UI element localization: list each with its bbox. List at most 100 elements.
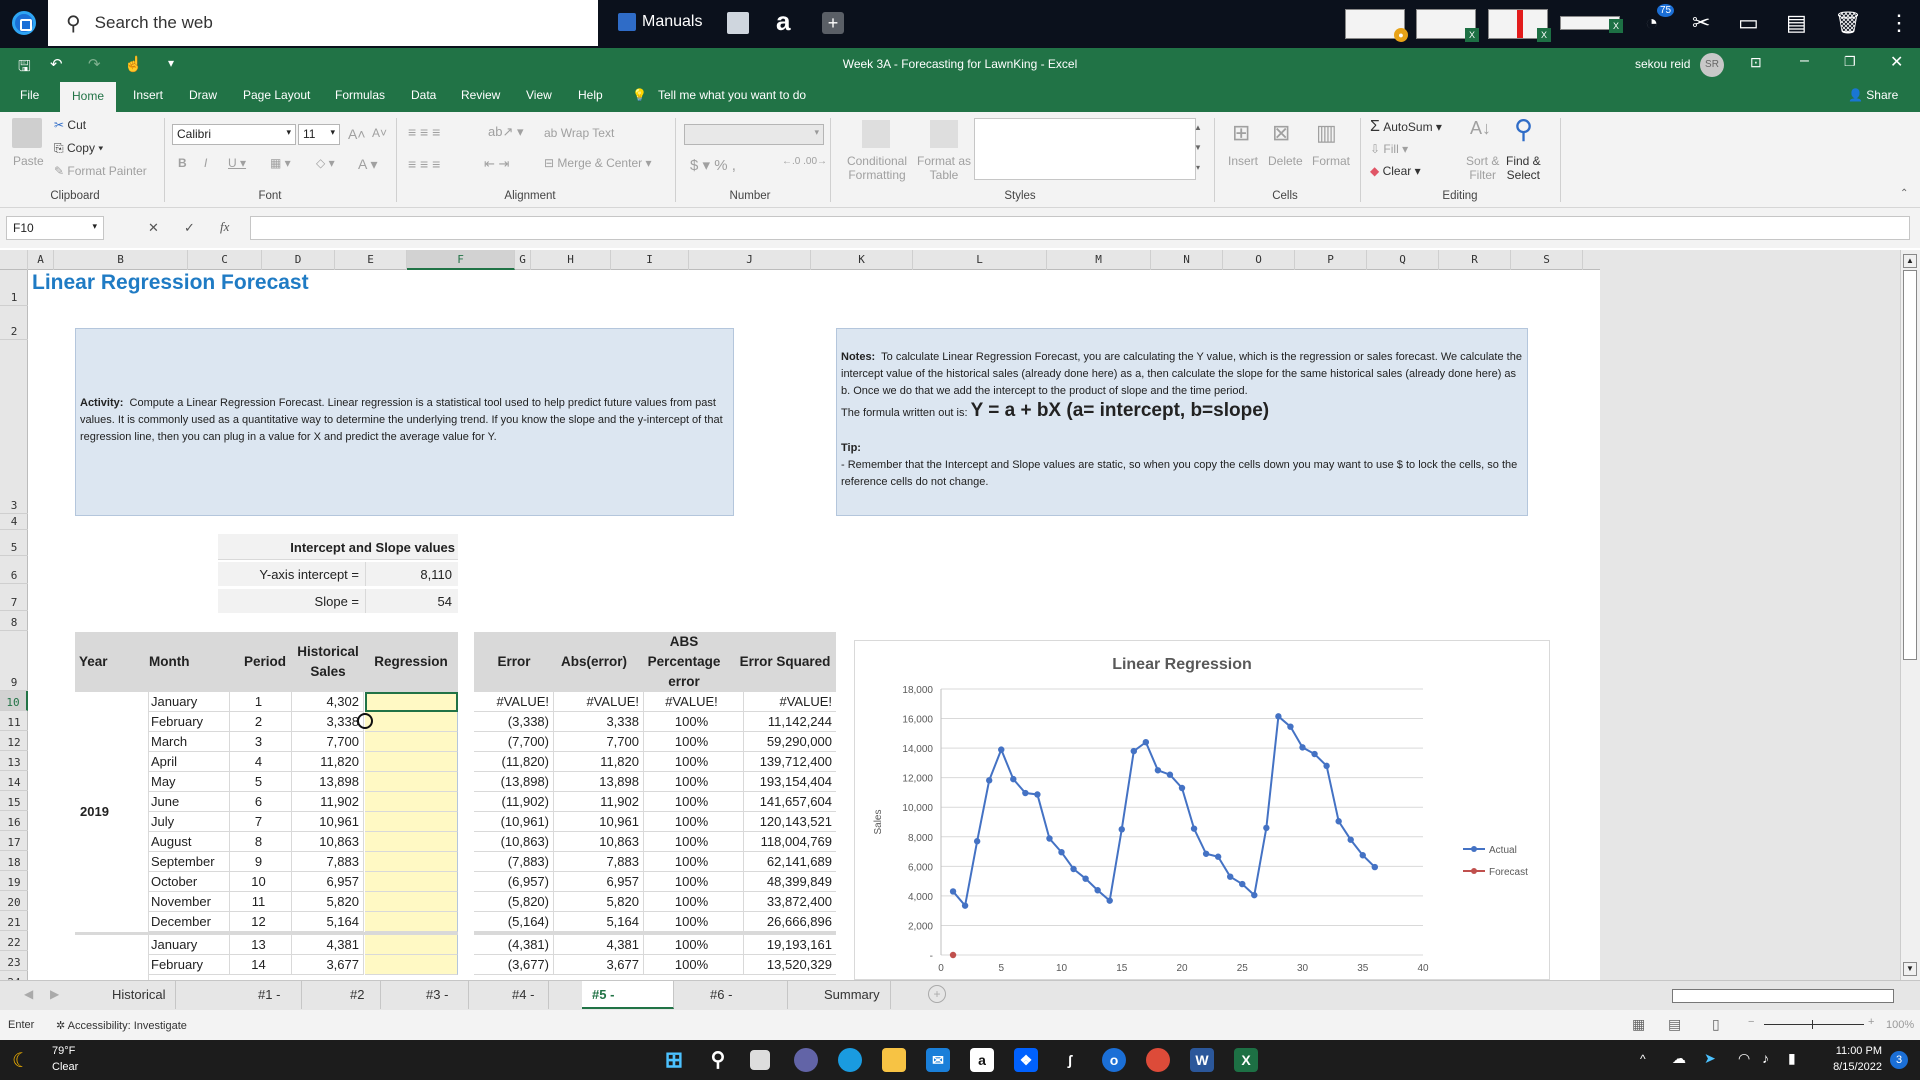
font-family-select[interactable]: Calibri ▾ <box>172 124 296 145</box>
cell-historical-sales[interactable]: 11,902 <box>292 792 364 812</box>
sheet-tab-historical-sales-data[interactable]: Historical Sales Data <box>102 981 177 1058</box>
cell-error-squared[interactable]: 48,399,849 <box>744 872 836 892</box>
cell-error-squared[interactable]: 118,004,769 <box>744 832 836 852</box>
cell-abs-pct-error[interactable]: 100% <box>644 792 744 812</box>
edge-icon[interactable] <box>838 1048 862 1072</box>
column-header-h[interactable]: H <box>531 250 611 270</box>
row-header-21[interactable]: 21 <box>0 911 28 931</box>
scroll-up-icon[interactable]: ▲ <box>1903 254 1917 268</box>
tab-scroll-left-icon[interactable]: ◀ <box>24 987 33 1001</box>
cell-month[interactable]: March <box>149 732 230 752</box>
shrink-font-icon[interactable]: A˅ <box>372 126 387 140</box>
cell-error[interactable]: (3,338) <box>474 712 554 732</box>
format-painter-button[interactable]: ✎ Format Painter <box>54 164 147 178</box>
row-header-2[interactable]: 2 <box>0 306 28 340</box>
confirm-entry-icon[interactable]: ✓ <box>184 220 195 236</box>
font-color-icon[interactable]: A ▾ <box>358 156 377 173</box>
cell-regression[interactable] <box>365 732 458 752</box>
cell-historical-sales[interactable]: 6,957 <box>292 872 364 892</box>
row-header-14[interactable]: 14 <box>0 771 28 791</box>
cell-abs-error[interactable]: 7,700 <box>554 732 644 752</box>
cell-abs-pct-error[interactable]: 100% <box>644 712 744 732</box>
clipboard-icon[interactable]: ▤ <box>1786 10 1807 36</box>
cell-error-squared[interactable]: 120,143,521 <box>744 812 836 832</box>
cell-abs-pct-error[interactable]: 100% <box>644 935 744 955</box>
sheet-tab-summary[interactable]: Summary <box>814 981 891 1009</box>
tab-file[interactable]: File <box>20 88 39 102</box>
column-header-e[interactable]: E <box>335 250 407 270</box>
insert-cells-button[interactable]: Insert <box>1228 154 1258 168</box>
tab-insert[interactable]: Insert <box>133 88 163 102</box>
font-size-select[interactable]: 11 ▾ <box>298 124 340 145</box>
fill-button[interactable]: ⇩ Fill ▾ <box>1370 142 1408 156</box>
name-box[interactable]: F10 ▾ <box>6 216 104 240</box>
cell-period[interactable]: 8 <box>230 832 292 852</box>
cell-abs-pct-error[interactable]: 100% <box>644 752 744 772</box>
orientation-icon[interactable]: ab↗ ▾ <box>488 124 524 140</box>
cell-month[interactable]: April <box>149 752 230 772</box>
cell-error-squared[interactable]: 33,872,400 <box>744 892 836 912</box>
battery-icon[interactable]: ▮ <box>1788 1050 1796 1067</box>
cell-month[interactable]: September <box>149 852 230 872</box>
close-button[interactable]: ✕ <box>1890 52 1903 72</box>
cell-historical-sales[interactable]: 3,338 <box>292 712 364 732</box>
row-header-16[interactable]: 16 <box>0 811 28 831</box>
cell-abs-pct-error[interactable]: 100% <box>644 852 744 872</box>
cell-month[interactable]: August <box>149 832 230 852</box>
find-select-button[interactable]: Find & Select <box>1506 154 1541 182</box>
cell-month[interactable]: January <box>149 692 230 712</box>
cell-error-squared[interactable]: 19,193,161 <box>744 935 836 955</box>
cell-month[interactable]: July <box>149 812 230 832</box>
normal-view-icon[interactable]: ▦ <box>1632 1016 1645 1033</box>
cell-abs-error[interactable]: 7,883 <box>554 852 644 872</box>
cell-error[interactable]: (4,381) <box>474 935 554 955</box>
cell-abs-pct-error[interactable]: 100% <box>644 955 744 975</box>
cell-historical-sales[interactable]: 5,164 <box>292 912 364 932</box>
row-header-6[interactable]: 6 <box>0 556 28 584</box>
cell-historical-sales[interactable]: 13,898 <box>292 772 364 792</box>
row-header-23[interactable]: 23 <box>0 951 28 971</box>
cell-period[interactable]: 14 <box>230 955 292 975</box>
cell-regression[interactable] <box>365 772 458 792</box>
share-button[interactable]: 👤 Share <box>1848 88 1898 102</box>
cell-abs-error[interactable]: 6,957 <box>554 872 644 892</box>
column-header-k[interactable]: K <box>811 250 913 270</box>
window-thumbnail-chrome[interactable]: ● <box>1345 9 1408 42</box>
sheet-tab-5-regression[interactable]: #5 - Regression <box>582 981 674 1030</box>
cell-period[interactable]: 1 <box>230 692 292 712</box>
excel-icon[interactable]: X <box>1234 1048 1258 1072</box>
file-explorer-icon[interactable] <box>882 1048 906 1072</box>
app-o-icon[interactable]: o <box>1102 1048 1126 1072</box>
cell-abs-error[interactable]: 13,898 <box>554 772 644 792</box>
cell-abs-error[interactable]: 5,164 <box>554 912 644 932</box>
show-hidden-icons[interactable]: ^ <box>1640 1052 1646 1066</box>
cell-abs-error[interactable]: 11,820 <box>554 752 644 772</box>
column-header-g[interactable]: G <box>515 250 531 270</box>
tab-home[interactable]: Home <box>60 82 117 112</box>
column-header-s[interactable]: S <box>1511 250 1583 270</box>
cell-abs-error[interactable]: 11,902 <box>554 792 644 812</box>
sheet-tab-1-naive[interactable]: #1 - Naive <box>248 981 303 1030</box>
column-header-o[interactable]: O <box>1223 250 1295 270</box>
zoom-out-icon[interactable]: − <box>1748 1016 1754 1028</box>
decimal-icon[interactable]: ←.0 .00→ <box>782 156 827 167</box>
format-as-table-button[interactable]: Format as Table <box>916 154 972 182</box>
cell-error-squared[interactable]: 139,712,400 <box>744 752 836 772</box>
number-format-select[interactable]: ▾ <box>684 124 824 145</box>
cell-error[interactable]: #VALUE! <box>474 692 554 712</box>
chrome-icon[interactable] <box>1146 1048 1170 1072</box>
cell-styles-gallery[interactable] <box>974 118 1196 180</box>
location-icon[interactable]: ➤ <box>1704 1050 1716 1067</box>
align-left-icon[interactable]: ≡ ≡ ≡ <box>408 156 440 172</box>
cell-error-squared[interactable]: 62,141,689 <box>744 852 836 872</box>
cell-historical-sales[interactable]: 4,381 <box>292 935 364 955</box>
cell-period[interactable]: 9 <box>230 852 292 872</box>
search-icon[interactable]: ⚲ <box>706 1048 730 1072</box>
cut-button[interactable]: ✂ Cut <box>54 118 86 132</box>
cell-regression[interactable] <box>365 832 458 852</box>
row-header-5[interactable]: 5 <box>0 530 28 556</box>
zoom-level[interactable]: 100% <box>1886 1019 1914 1031</box>
row-header-11[interactable]: 11 <box>0 711 28 731</box>
cell-abs-error[interactable]: 3,338 <box>554 712 644 732</box>
row-header-17[interactable]: 17 <box>0 831 28 851</box>
